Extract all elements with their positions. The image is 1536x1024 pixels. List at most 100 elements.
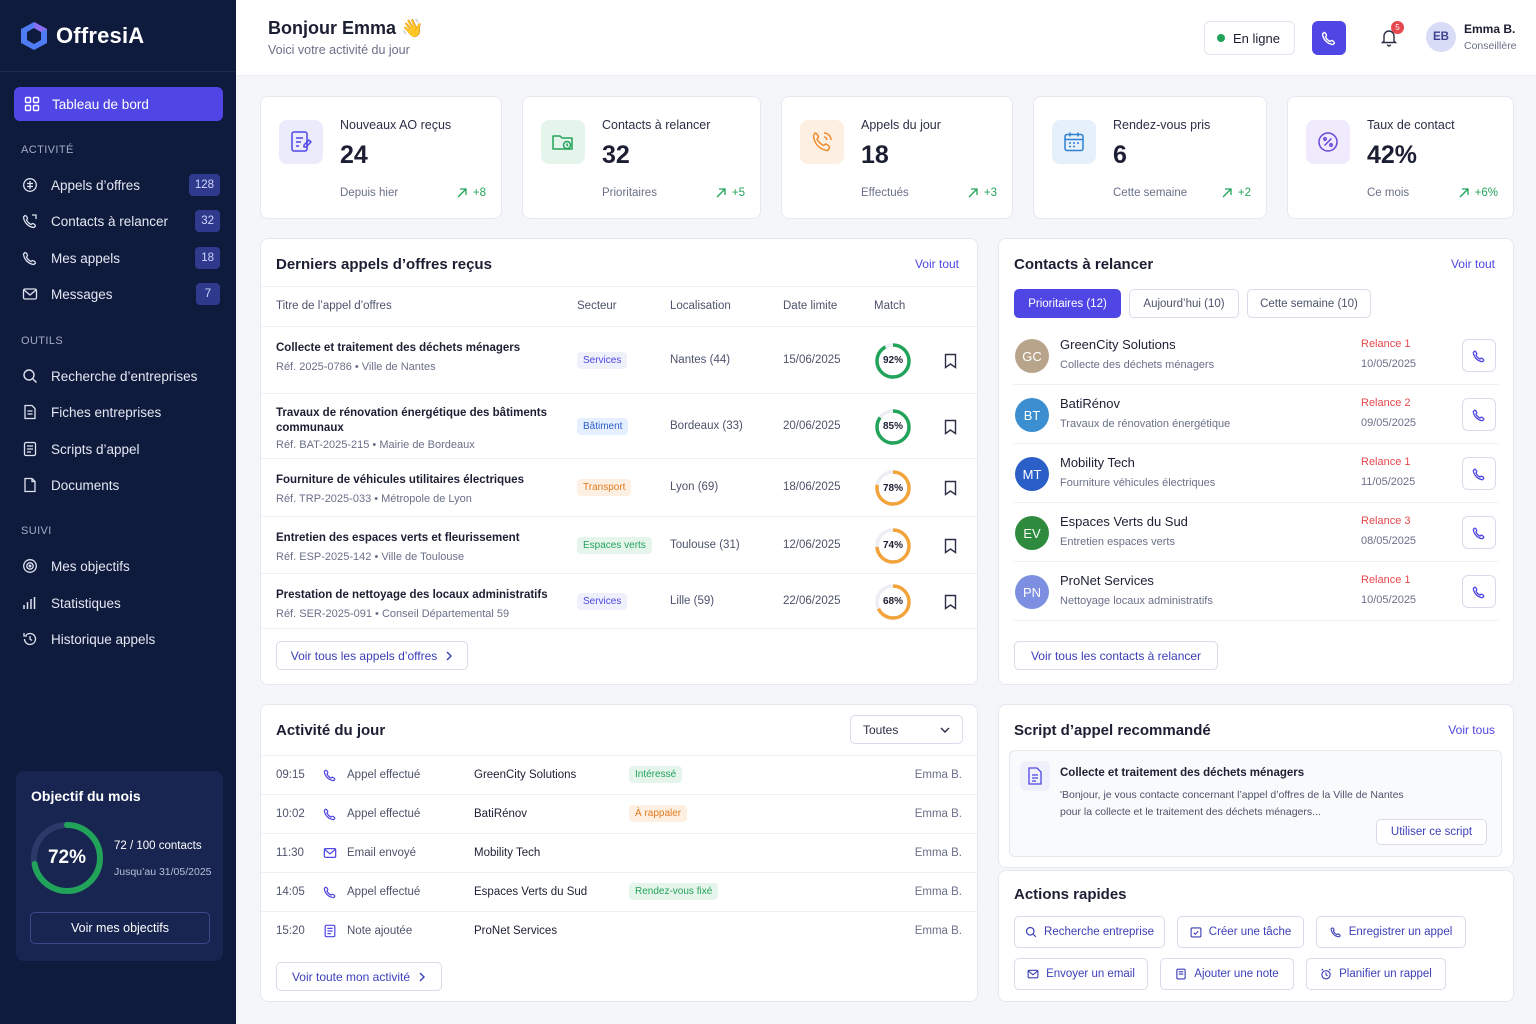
call-contact-button[interactable] <box>1462 516 1496 549</box>
contact-row[interactable]: PN ProNet Services Nettoyage locaux admini… <box>1013 562 1499 621</box>
stat-card[interactable]: Rendez-vous pris 6 Cette semaine +2 <box>1033 96 1267 219</box>
count-badge: 32 <box>195 210 220 232</box>
call-contact-button[interactable] <box>1462 339 1496 372</box>
call-contact-button[interactable] <box>1462 457 1496 490</box>
sidebar-item-historique-appels[interactable]: Historique appels <box>22 626 220 652</box>
activity-row[interactable]: 09:15 Appel effectué GreenCity Solutions In… <box>261 755 977 794</box>
view-all-activity-button[interactable]: Voir toute mon activité <box>276 962 442 991</box>
contact-row[interactable]: BT BatiRénov Travaux de rénovation énergét… <box>1013 385 1499 444</box>
contact-row[interactable]: MT Mobility Tech Fourniture véhicules élec… <box>1013 444 1499 503</box>
stat-value: 32 <box>602 141 630 169</box>
sidebar-item-contacts-relancer[interactable]: Contacts à relancer 32 <box>22 208 220 234</box>
activity-row[interactable]: 11:30 Email envoyé Mobility Tech Emma B. <box>261 833 977 872</box>
view-all-contacts-button[interactable]: Voir tous les contacts à relancer <box>1014 641 1218 670</box>
contact-name: BatiRénov <box>1060 396 1120 411</box>
recommended-script-card[interactable]: Collecte et traitement des déchets ménag… <box>1009 750 1502 857</box>
sidebar-item-mes-appels[interactable]: Mes appels 18 <box>22 245 220 271</box>
status-label: En ligne <box>1233 30 1280 46</box>
contact-avatar: GC <box>1015 339 1049 373</box>
app-logo[interactable]: OffresiA <box>0 0 236 72</box>
activity-row[interactable]: 15:20 Note ajoutée ProNet Services Emma B. <box>261 911 977 950</box>
tender-deadline: 12/06/2025 <box>783 538 841 551</box>
trend-up-icon <box>1222 188 1232 198</box>
phone-icon <box>1472 586 1485 598</box>
tender-location: Lille (59) <box>670 594 715 607</box>
activity-type: Email envoyé <box>347 847 417 859</box>
phone-icon <box>1472 350 1485 362</box>
table-row[interactable]: Entretien des espaces verts et fleurisse… <box>261 516 977 573</box>
tab-prioritaires[interactable]: Prioritaires (12) <box>1014 289 1121 318</box>
contact-row[interactable]: GC GreenCity Solutions Collecte des déchet… <box>1013 326 1499 385</box>
view-all-tenders-button[interactable]: Voir tous les appels d’offres <box>276 641 468 670</box>
status-toggle[interactable]: En ligne <box>1204 21 1295 55</box>
phone-return-icon <box>22 214 37 229</box>
notification-count-badge: 5 <box>1391 21 1404 34</box>
table-row[interactable]: Travaux de rénovation énergétique des bâ… <box>261 393 977 458</box>
stat-card[interactable]: Contacts à relancer 32 Prioritaires +5 <box>522 96 761 219</box>
view-goals-button[interactable]: Voir mes objectifs <box>30 912 210 944</box>
contact-avatar: BT <box>1015 398 1049 432</box>
sidebar-item-fiches-entreprises[interactable]: Fiches entreprises <box>22 399 220 425</box>
table-row[interactable]: Collecte et traitement des déchets ménag… <box>261 326 977 393</box>
bookmark-icon[interactable] <box>944 353 957 369</box>
sidebar-item-statistiques[interactable]: Statistiques <box>22 590 220 616</box>
contact-row[interactable]: EV Espaces Verts du Sud Entretien espaces … <box>1013 503 1499 562</box>
trend-up-icon <box>457 188 467 198</box>
activity-user: Emma B. <box>914 808 962 820</box>
stat-delta: +2 <box>1222 187 1251 199</box>
tenders-title: Derniers appels d’offres reçus <box>276 256 492 273</box>
sidebar-item-messages[interactable]: Messages 7 <box>22 281 220 307</box>
user-avatar[interactable]: EB <box>1426 22 1456 52</box>
quick-action-add-note[interactable]: Ajouter une note <box>1160 958 1294 990</box>
sidebar-item-scripts-appel[interactable]: Scripts d’appel <box>22 436 220 462</box>
stat-card[interactable]: Taux de contact 42% Ce mois +6% <box>1287 96 1514 219</box>
call-contact-button[interactable] <box>1462 575 1496 608</box>
sidebar-item-recherche-entreprises[interactable]: Recherche d’entreprises <box>22 363 220 389</box>
stat-card[interactable]: Appels du jour 18 Effectués +3 <box>781 96 1013 219</box>
activity-user: Emma B. <box>914 847 962 859</box>
stat-card[interactable]: Nouveaux AO reçus 24 Depuis hier +8 <box>260 96 502 219</box>
script-view-all-link[interactable]: Voir tous <box>1448 723 1495 737</box>
button-label: Planifier un rappel <box>1339 968 1432 980</box>
activity-panel: Activité du jour Toutes 09:15 Appel effec… <box>260 704 978 1002</box>
quick-action-send-email[interactable]: Envoyer un email <box>1014 958 1148 990</box>
quick-action-search-company[interactable]: Recherche entreprise <box>1014 916 1165 948</box>
activity-row[interactable]: 14:05 Appel effectué Espaces Verts du Sud R… <box>261 872 977 911</box>
column-header-match: Match <box>874 300 906 312</box>
activity-filter-select[interactable]: Toutes <box>850 715 963 744</box>
contacts-view-all-link[interactable]: Voir tout <box>1451 257 1495 271</box>
script-item-text-line2: pour la collecte et le traitement des dé… <box>1060 806 1321 818</box>
quick-action-schedule-reminder[interactable]: Planifier un rappel <box>1306 958 1446 990</box>
bookmark-icon[interactable] <box>944 594 957 610</box>
table-row[interactable]: Prestation de nettoyage des locaux admin… <box>261 573 977 628</box>
sector-tag: Services <box>577 351 628 369</box>
match-percent: 78% <box>882 482 903 494</box>
use-script-button[interactable]: Utiliser ce script <box>1376 819 1487 845</box>
tab-cette-semaine[interactable]: Cette semaine (10) <box>1247 289 1371 318</box>
quick-action-create-task[interactable]: Créer une tâche <box>1177 916 1304 948</box>
tender-title: Fourniture de véhicules utilitaires élec… <box>276 474 524 486</box>
stat-label: Rendez-vous pris <box>1113 118 1211 132</box>
call-contact-button[interactable] <box>1462 398 1496 431</box>
mail-icon <box>22 288 38 300</box>
bookmark-icon[interactable] <box>944 480 957 496</box>
sidebar-item-documents[interactable]: Documents <box>22 472 220 498</box>
tab-aujourdhui[interactable]: Aujourd’hui (10) <box>1129 289 1239 318</box>
call-button[interactable] <box>1312 21 1346 55</box>
tender-location: Lyon (69) <box>670 481 719 493</box>
activity-row[interactable]: 10:02 Appel effectué BatiRénov À rappaler Em… <box>261 794 977 833</box>
quick-action-record-call[interactable]: Enregistrer un appel <box>1316 916 1466 948</box>
table-row[interactable]: Fourniture de véhicules utilitaires élec… <box>261 458 977 516</box>
file-icon <box>24 404 36 420</box>
sidebar-item-dashboard[interactable]: Tableau de bord <box>14 87 223 121</box>
sidebar-item-appels-offres[interactable]: Appels d’offres 128 <box>22 172 220 198</box>
match-percent: 74% <box>882 540 903 551</box>
tenders-view-all-link[interactable]: Voir tout <box>915 257 959 271</box>
bookmark-icon[interactable] <box>944 419 957 435</box>
contact-description: Entretien espaces verts <box>1060 536 1175 548</box>
activity-status-badge: À rappaler <box>629 805 688 822</box>
user-name: Emma B. <box>1464 22 1516 36</box>
bookmark-icon[interactable] <box>944 538 957 554</box>
sidebar-item-mes-objectifs[interactable]: Mes objectifs <box>22 553 220 579</box>
activity-type: Note ajoutée <box>347 925 413 937</box>
